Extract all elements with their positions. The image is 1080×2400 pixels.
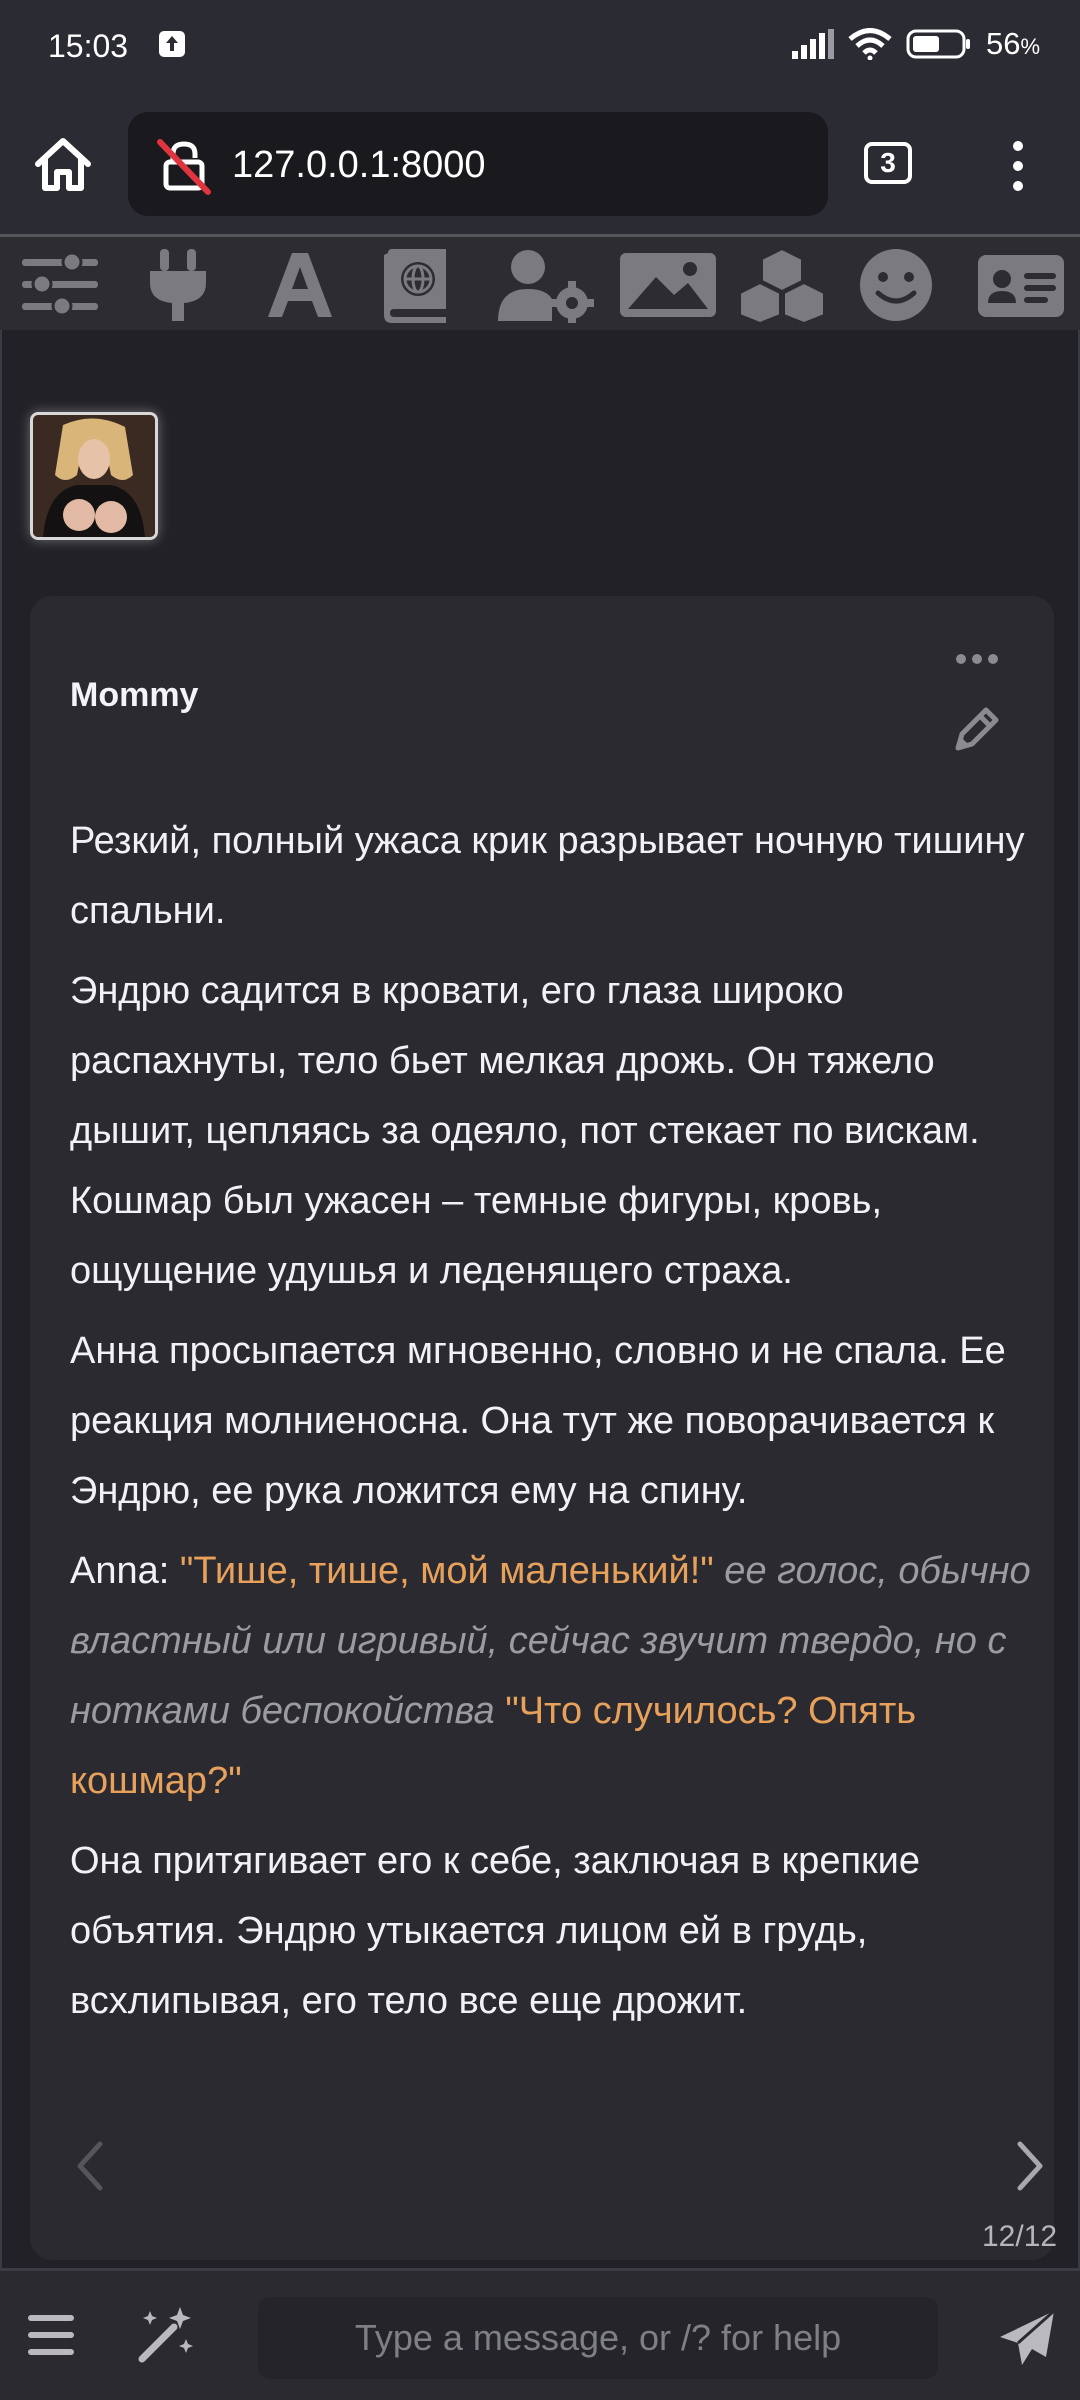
url-text[interactable]: 127.0.0.1:8000 (232, 144, 486, 187)
message-paragraph: Анна просыпается мгновенно, словно и не … (70, 1330, 1006, 1512)
send-icon[interactable] (996, 2307, 1058, 2369)
cubes-icon[interactable] (736, 247, 828, 323)
composer-bar: Type a message, or /? for help (0, 2268, 1080, 2400)
home-icon[interactable] (30, 132, 96, 198)
upload-notification-icon (159, 31, 185, 57)
chat-message: Mommy Резкий, полный ужаса крик разрывае… (30, 596, 1058, 2260)
speaker-label: Anna: (70, 1550, 180, 1592)
browser-toolbar: 127.0.0.1:8000 3 (0, 96, 1080, 234)
hamburger-menu-icon[interactable] (26, 2313, 76, 2357)
sliders-icon[interactable] (18, 247, 102, 323)
browser-menu-icon[interactable] (1000, 136, 1036, 196)
status-bar: 15:03 56% (0, 0, 1080, 96)
contact-card-icon[interactable] (976, 247, 1066, 323)
status-indicators: 56% (791, 26, 1040, 62)
image-icon[interactable] (618, 247, 718, 323)
character-avatar[interactable] (30, 412, 158, 540)
message-text: Резкий, полный ужаса крик разрывает ночн… (70, 806, 1040, 2046)
tab-switcher-button[interactable]: 3 (864, 142, 912, 184)
message-paragraph: Эндрю садится в кровати, его глаза широк… (70, 970, 980, 1292)
message-input[interactable]: Type a message, or /? for help (258, 2297, 938, 2379)
message-paragraph: Она притягивает его к себе, заключая в к… (70, 1840, 921, 2022)
book-globe-icon[interactable] (380, 247, 452, 323)
status-time: 15:03 (48, 28, 129, 64)
swipe-counter: 12/12 (982, 2220, 1058, 2253)
user-gear-icon[interactable] (496, 247, 598, 323)
message-author[interactable]: Mommy (70, 676, 198, 715)
signal-icon (791, 29, 834, 59)
font-icon[interactable] (262, 247, 338, 323)
wifi-icon (848, 28, 892, 60)
dialogue-quote: "Тише, тише, мой маленький!" (179, 1550, 714, 1592)
swipe-left-icon[interactable] (70, 2136, 110, 2196)
pencil-icon[interactable] (952, 702, 1004, 754)
insecure-lock-icon[interactable] (154, 136, 214, 196)
app-toolbar (0, 234, 1080, 330)
plug-icon[interactable] (146, 247, 210, 323)
battery-icon (906, 29, 970, 59)
swipe-right-icon[interactable] (1010, 2136, 1050, 2196)
battery-percent: 56% (985, 26, 1040, 61)
message-paragraph: Резкий, полный ужаса крик разрывает ночн… (70, 820, 1025, 932)
message-paragraph: Anna: "Тише, тише, мой маленький!" ее го… (70, 1536, 1040, 1816)
chat-area: Mommy Резкий, полный ужаса крик разрывае… (0, 330, 1080, 2268)
more-options-icon[interactable] (954, 652, 1000, 666)
magic-wand-icon[interactable] (136, 2305, 196, 2365)
address-bar[interactable]: 127.0.0.1:8000 (128, 112, 828, 216)
smiley-icon[interactable] (856, 247, 936, 323)
